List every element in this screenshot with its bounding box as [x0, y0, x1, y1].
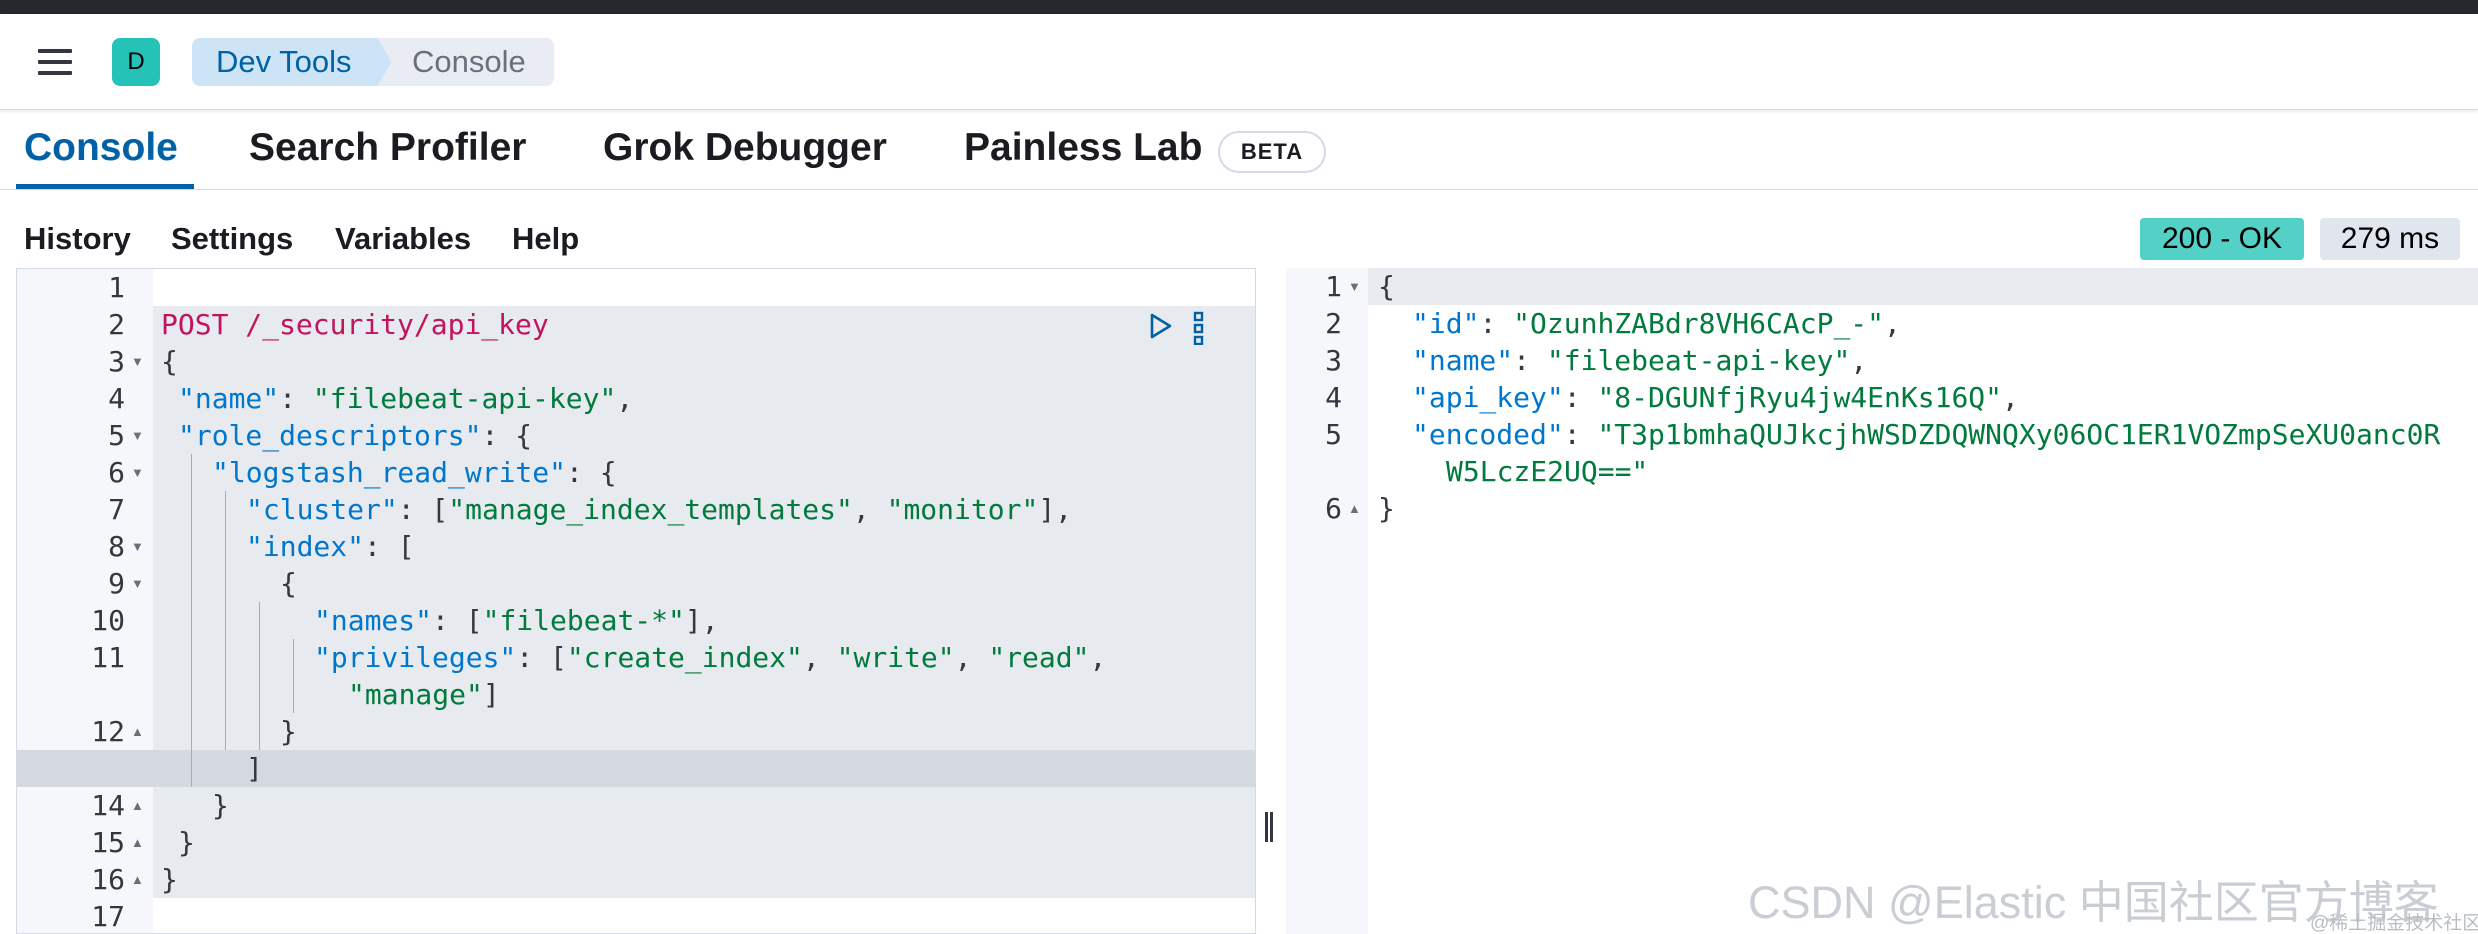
fold-down-icon[interactable]: ▼ — [131, 343, 144, 380]
code-line-6: "logstash_read_write": { — [212, 456, 617, 489]
fold-down-icon[interactable]: ▼ — [1348, 268, 1361, 305]
code-line-10: "names": ["filebeat-*"], — [314, 604, 719, 637]
timing-badge: 279 ms — [2320, 218, 2460, 260]
menu-icon[interactable] — [38, 49, 72, 75]
code-line-4: "name": "filebeat-api-key", — [178, 382, 634, 415]
line-number: 17 — [91, 900, 125, 933]
active-tab-indicator — [16, 184, 194, 189]
app-header: D Dev Tools Console — [0, 14, 2478, 110]
fold-down-icon[interactable]: ▼ — [131, 417, 144, 454]
space-avatar[interactable]: D — [112, 38, 160, 86]
line-number: 11 — [91, 641, 125, 674]
code-line-9: { — [280, 567, 297, 600]
code-line-2: POST /_security/api_key — [161, 306, 549, 343]
code-line-3: { — [161, 345, 178, 378]
response-line-3: "name": "filebeat-api-key", — [1412, 344, 1868, 377]
line-number: 12 — [91, 715, 125, 748]
cursor-line-highlight — [17, 750, 1255, 787]
line-number: 7 — [108, 493, 125, 526]
tab-grok-debugger[interactable]: Grok Debugger — [603, 126, 887, 170]
response-line-6: } — [1378, 492, 1395, 525]
code-line-16: } — [161, 863, 178, 896]
line-number: 1 — [108, 271, 125, 304]
watermark-small: @稀土掘金技术社区 — [2310, 913, 2478, 934]
fold-up-icon[interactable]: ▲ — [131, 713, 144, 750]
play-icon[interactable] — [1147, 313, 1173, 339]
line-number: 14 — [91, 789, 125, 822]
top-strip — [0, 0, 2478, 14]
fold-up-icon[interactable]: ▲ — [131, 787, 144, 824]
response-cursor-line — [1368, 268, 2478, 305]
response-viewer[interactable]: 1 2 3 4 5 6 ▼ ▲ { "id": "OzunhZABdr8VH6C… — [1286, 268, 2478, 934]
line-number: 4 — [108, 382, 125, 415]
code-line-14: } — [212, 789, 229, 822]
http-method: POST — [161, 308, 229, 341]
code-line-15: } — [178, 826, 195, 859]
line-number: 6 — [1325, 492, 1342, 525]
response-line-5: "encoded": "T3p1bmhaQUJkcjhWSDZDQWNQXy06… — [1412, 418, 2441, 451]
code-line-8: "index": [ — [246, 530, 415, 563]
settings-button[interactable]: Settings — [171, 221, 293, 257]
more-vertical-icon[interactable] — [1193, 311, 1205, 345]
fold-up-icon[interactable]: ▲ — [1348, 490, 1361, 527]
pane-resize-handle[interactable] — [1262, 812, 1276, 842]
line-number: 5 — [1325, 418, 1342, 451]
line-number: 2 — [108, 308, 125, 341]
fold-down-icon[interactable]: ▼ — [131, 528, 144, 565]
request-editor[interactable]: 1 2 3 4 5 6 7 8 9 10 11 12 13 14 15 16 1… — [16, 268, 1256, 934]
history-button[interactable]: History — [24, 221, 131, 257]
line-number: 10 — [91, 604, 125, 637]
tab-painless-lab[interactable]: Painless Lab — [964, 126, 1202, 170]
beta-badge: BETA — [1218, 131, 1326, 173]
code-line-13: ] — [246, 752, 263, 785]
request-gutter: 1 2 3 4 5 6 7 8 9 10 11 12 13 14 15 16 1… — [17, 269, 153, 933]
line-number: 9 — [108, 567, 125, 600]
code-line-5: "role_descriptors": { — [178, 419, 533, 452]
response-line-4: "api_key": "8-DGUNfjRyu4jw4EnKs16Q", — [1412, 381, 2019, 414]
fold-down-icon[interactable]: ▼ — [131, 565, 144, 602]
line-number: 4 — [1325, 381, 1342, 414]
tab-console[interactable]: Console — [24, 126, 178, 170]
fold-up-icon[interactable]: ▲ — [131, 824, 144, 861]
line-number: 1 — [1325, 270, 1342, 303]
tab-search-profiler[interactable]: Search Profiler — [249, 126, 526, 170]
variables-button[interactable]: Variables — [335, 221, 471, 257]
response-line-2: "id": "OzunhZABdr8VH6CAcP_-", — [1412, 307, 1901, 340]
line-number: 6 — [108, 456, 125, 489]
response-line-5-wrap: W5LczE2UQ==" — [1446, 455, 1649, 488]
line-number: 3 — [1325, 344, 1342, 377]
help-button[interactable]: Help — [512, 221, 579, 257]
line-number: 16 — [91, 863, 125, 896]
line-number: 3 — [108, 345, 125, 378]
response-gutter: 1 2 3 4 5 6 ▼ ▲ — [1286, 268, 1368, 934]
line-number: 8 — [108, 530, 125, 563]
line-number: 2 — [1325, 307, 1342, 340]
request-path: /_security/api_key — [245, 308, 549, 341]
breadcrumb-console: Console — [364, 38, 554, 86]
line-number: 15 — [91, 826, 125, 859]
code-line-11-wrap: "manage"] — [348, 678, 500, 711]
line-number: 5 — [108, 419, 125, 452]
code-line-7: "cluster": ["manage_index_templates", "m… — [246, 493, 1073, 526]
breadcrumb-dev-tools[interactable]: Dev Tools — [192, 38, 392, 86]
fold-down-icon[interactable]: ▼ — [131, 454, 144, 491]
status-badge: 200 - OK — [2140, 218, 2304, 260]
code-line-12: } — [280, 715, 297, 748]
console-menu: History Settings Variables Help — [0, 205, 2478, 265]
response-line-1: { — [1378, 270, 1395, 303]
fold-up-icon[interactable]: ▲ — [131, 861, 144, 898]
code-line-11: "privileges": ["create_index", "write", … — [314, 641, 1107, 674]
